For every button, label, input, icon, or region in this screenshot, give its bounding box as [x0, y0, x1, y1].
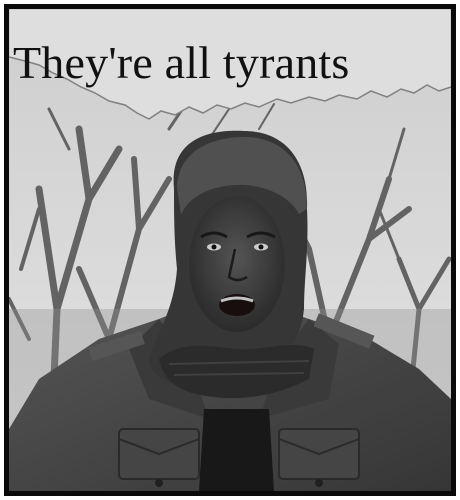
poster-frame: They're all tyrants	[4, 4, 456, 496]
headline: They're all tyrants	[13, 37, 350, 88]
